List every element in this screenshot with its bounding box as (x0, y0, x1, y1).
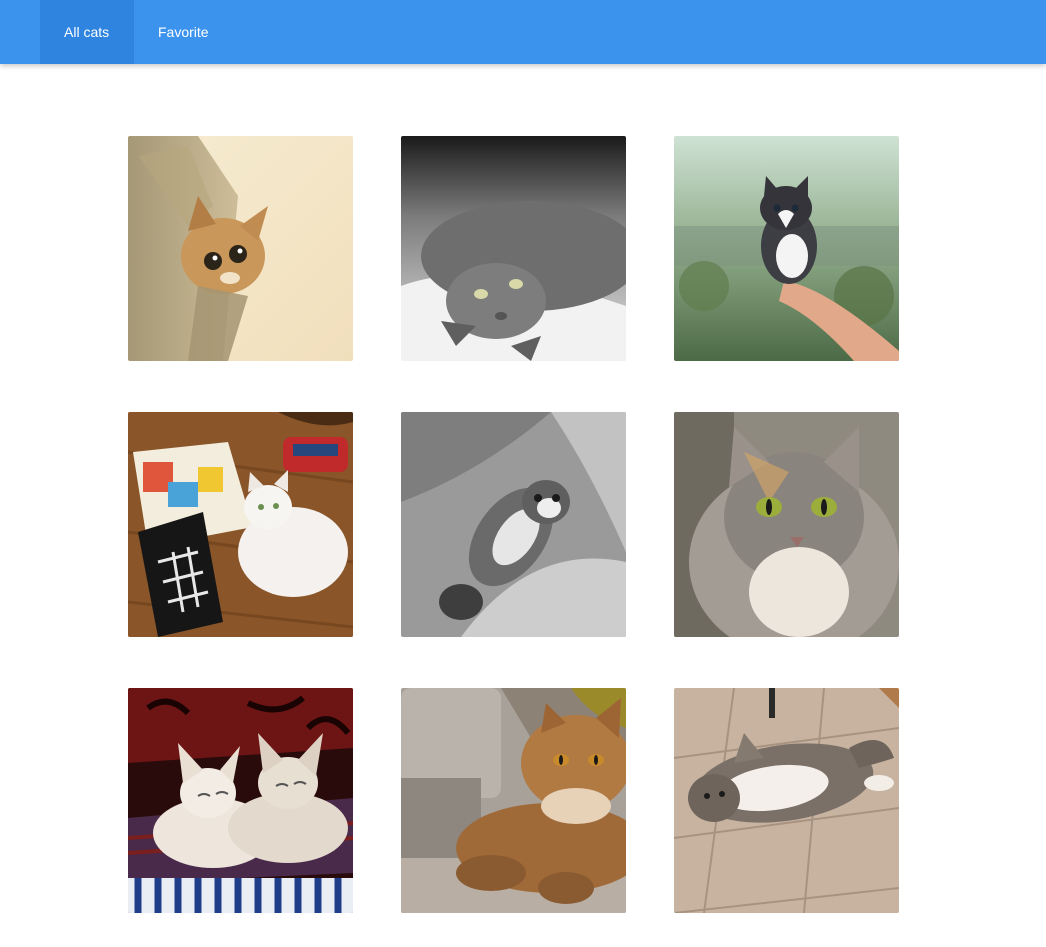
cat-image (674, 688, 899, 913)
cat-image (401, 136, 626, 361)
cat-photo-1[interactable] (128, 136, 353, 361)
cat-image (128, 688, 353, 913)
cat-gallery (0, 0, 1046, 947)
cat-image (401, 412, 626, 637)
cat-image (128, 412, 353, 637)
cat-photo-4[interactable] (128, 412, 353, 637)
cat-photo-7[interactable] (128, 688, 353, 913)
cat-image (128, 136, 353, 361)
cat-photo-6[interactable] (674, 412, 899, 637)
cat-image (674, 412, 899, 637)
app-bar: All cats Favorite cats (0, 0, 1046, 104)
tab-all-cats[interactable]: All cats (40, 0, 134, 64)
cat-photo-3[interactable] (674, 136, 899, 361)
cat-photo-5[interactable] (401, 412, 626, 637)
cat-image (674, 136, 899, 361)
cat-photo-9[interactable] (674, 688, 899, 913)
tab-favorite-cats[interactable]: Favorite cats (134, 0, 262, 104)
cat-photo-2[interactable] (401, 136, 626, 361)
cat-photo-8[interactable] (401, 688, 626, 913)
cat-image (401, 688, 626, 913)
